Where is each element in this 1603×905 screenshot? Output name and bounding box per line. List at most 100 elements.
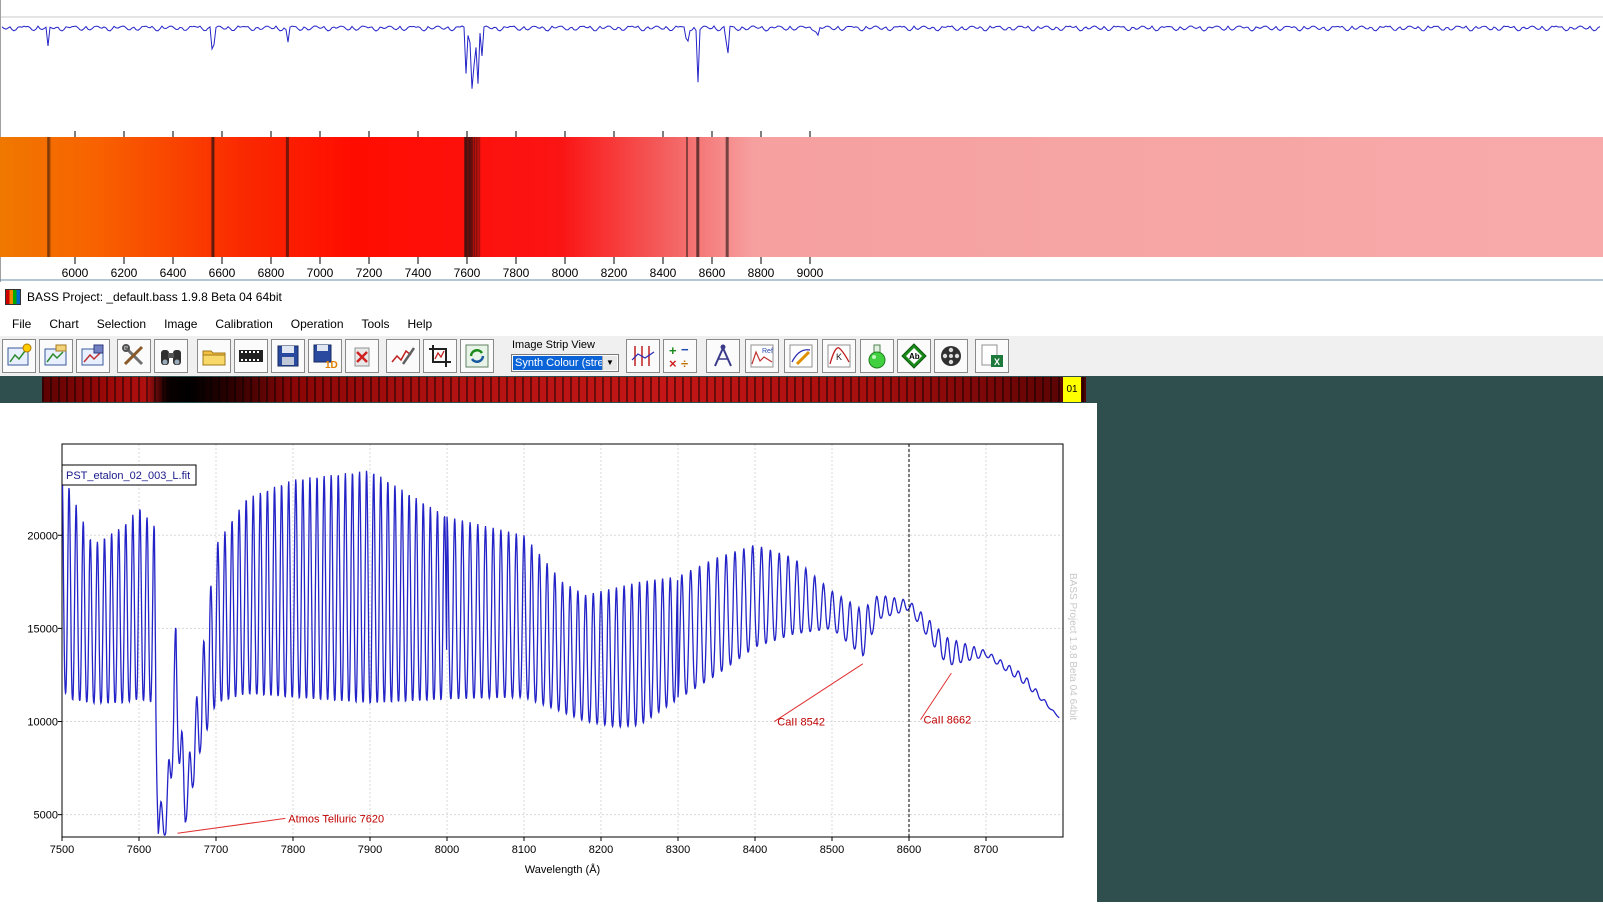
menu-tools[interactable]: Tools bbox=[353, 312, 399, 336]
axis-tick-label: 6200 bbox=[111, 266, 138, 280]
binoculars-button[interactable] bbox=[154, 339, 188, 373]
axis-tick-label: 8000 bbox=[552, 266, 579, 280]
line-tool-button[interactable] bbox=[386, 339, 420, 373]
menu-chart[interactable]: Chart bbox=[40, 312, 87, 336]
x-tick-label: 8300 bbox=[666, 844, 690, 856]
new-chart-button[interactable] bbox=[2, 339, 36, 373]
axis-tick-label: 8600 bbox=[699, 266, 726, 280]
annotation-leader bbox=[920, 672, 952, 720]
svg-text:1D: 1D bbox=[325, 360, 338, 370]
absorption-line bbox=[48, 137, 51, 257]
menu-selection[interactable]: Selection bbox=[88, 312, 155, 336]
export-excel-button[interactable]: X bbox=[975, 339, 1009, 373]
axis-tick-label: 7400 bbox=[405, 266, 432, 280]
film-reel-icon bbox=[941, 346, 961, 366]
menu-help[interactable]: Help bbox=[399, 312, 442, 336]
annotation-label[interactable]: Atmos Telluric 7620 bbox=[288, 813, 384, 825]
x-tick-label: 8500 bbox=[820, 844, 844, 856]
delete-button[interactable] bbox=[345, 339, 379, 373]
settings-tools-button[interactable] bbox=[117, 339, 151, 373]
save-chart-button[interactable] bbox=[76, 339, 110, 373]
crop-button[interactable] bbox=[423, 339, 457, 373]
annotation-label[interactable]: CaII 8542 bbox=[777, 717, 825, 729]
save-1d-icon: 1D bbox=[313, 344, 338, 370]
reference-button[interactable]: Ref bbox=[745, 339, 779, 373]
flask-icon bbox=[868, 344, 886, 369]
svg-text:K: K bbox=[836, 352, 842, 362]
open-folder-icon bbox=[202, 350, 226, 366]
bar-markers-button[interactable] bbox=[626, 339, 660, 373]
measure-compass-button[interactable] bbox=[706, 339, 740, 373]
math-operations-button[interactable]: + − × ÷ bbox=[663, 339, 697, 373]
edit-curve-button[interactable] bbox=[784, 339, 818, 373]
refresh-button[interactable] bbox=[460, 339, 494, 373]
open-chart-button[interactable] bbox=[39, 339, 73, 373]
axis-tick-label: 8400 bbox=[650, 266, 677, 280]
annotation-label[interactable]: CaII 8662 bbox=[924, 715, 972, 727]
menu-image[interactable]: Image bbox=[155, 312, 206, 336]
x-tick-label: 7700 bbox=[204, 844, 228, 856]
new-chart-icon bbox=[7, 343, 32, 366]
reference-spectrum-panel: 6000 6200 6400 6600 6800 7000 7200 7400 7600 7800… bbox=[0, 0, 1603, 282]
save-chart-icon bbox=[81, 344, 104, 366]
edit-curve-icon bbox=[789, 344, 813, 368]
absorption-line bbox=[478, 137, 481, 257]
reference-spectrum-plot: 6000 6200 6400 6600 6800 7000 7200 7400 7600 7800… bbox=[0, 0, 1603, 282]
strip-right-tag: 01 bbox=[1063, 377, 1081, 402]
open-chart-icon bbox=[44, 344, 67, 366]
x-tick-label: 7900 bbox=[358, 844, 382, 856]
x-tick-label: 8600 bbox=[897, 844, 921, 856]
x-tick-label: 7500 bbox=[50, 844, 74, 856]
axis-tick-label: 6800 bbox=[258, 266, 285, 280]
workspace-background bbox=[1097, 376, 1603, 902]
image-strip-view-value: Synth Colour (stret bbox=[513, 356, 604, 370]
reference-icon: Ref bbox=[750, 344, 774, 368]
delete-icon bbox=[354, 347, 370, 367]
image-strip[interactable]: 01 01 bbox=[0, 376, 1097, 403]
save-1d-button[interactable]: 1D bbox=[308, 339, 342, 373]
svg-text:×: × bbox=[669, 356, 677, 370]
math-operations-icon: + −× ÷ bbox=[669, 342, 689, 370]
save-disk-button[interactable] bbox=[271, 339, 305, 373]
settings-tools-icon bbox=[122, 344, 144, 366]
menu-file[interactable]: File bbox=[0, 312, 40, 336]
film-reel-button[interactable] bbox=[934, 339, 968, 373]
x-tick-label: 8200 bbox=[589, 844, 613, 856]
film-strip-button[interactable] bbox=[234, 339, 268, 373]
title-bar: BASS Project: _default.bass 1.9.8 Beta 0… bbox=[0, 282, 1603, 312]
line-tool-icon bbox=[391, 347, 416, 365]
x-tick-label: 7800 bbox=[281, 844, 305, 856]
axis-tick-label: 7200 bbox=[356, 266, 383, 280]
annotation-leader bbox=[773, 663, 864, 722]
menu-calibration[interactable]: Calibration bbox=[206, 312, 281, 336]
legend-label: PST_etalon_02_003_L.fit bbox=[66, 470, 190, 482]
axis-tick-label: 9000 bbox=[797, 266, 824, 280]
image-strip-view[interactable] bbox=[42, 377, 1086, 402]
menu-operation[interactable]: Operation bbox=[282, 312, 353, 336]
svg-text:Ab: Ab bbox=[909, 352, 920, 361]
spectrum-line bbox=[61, 470, 1060, 836]
kelvin-curve-button[interactable]: K bbox=[822, 339, 856, 373]
absorption-line bbox=[468, 137, 471, 257]
legend-box[interactable]: PST_etalon_02_003_L.fit bbox=[61, 464, 197, 486]
x-tick-label: 8700 bbox=[974, 844, 998, 856]
absorption-line bbox=[475, 137, 478, 257]
flask-button[interactable] bbox=[860, 339, 894, 373]
profile-chart[interactable]: 7500 7600 7700 7800 7900 8000 8100 8200 8300 8400… bbox=[0, 403, 1097, 902]
watermark: BASS Project 1.9.8 Beta 04 64bit bbox=[1067, 573, 1078, 721]
element-ab-button[interactable]: Ab bbox=[897, 339, 931, 373]
open-folder-button[interactable] bbox=[197, 339, 231, 373]
save-disk-icon bbox=[277, 345, 299, 367]
chart-panel[interactable]: 7500 7600 7700 7800 7900 8000 8100 8200 8300 8400… bbox=[0, 403, 1097, 902]
export-excel-icon: X bbox=[981, 344, 1003, 367]
image-strip-view-select[interactable]: Synth Colour (stret ▼ bbox=[511, 354, 619, 372]
annotation-leader bbox=[177, 817, 286, 834]
svg-text:÷: ÷ bbox=[681, 356, 688, 370]
axis-tick-label: 7800 bbox=[503, 266, 530, 280]
x-axis-label: Wavelength (Å) bbox=[525, 863, 600, 876]
chevron-down-icon[interactable]: ▼ bbox=[602, 356, 617, 370]
axis-tick-label: 6400 bbox=[160, 266, 187, 280]
binoculars-icon bbox=[161, 350, 181, 365]
axis-tick-label: 7000 bbox=[307, 266, 334, 280]
y-tick-label: 20000 bbox=[27, 530, 58, 542]
